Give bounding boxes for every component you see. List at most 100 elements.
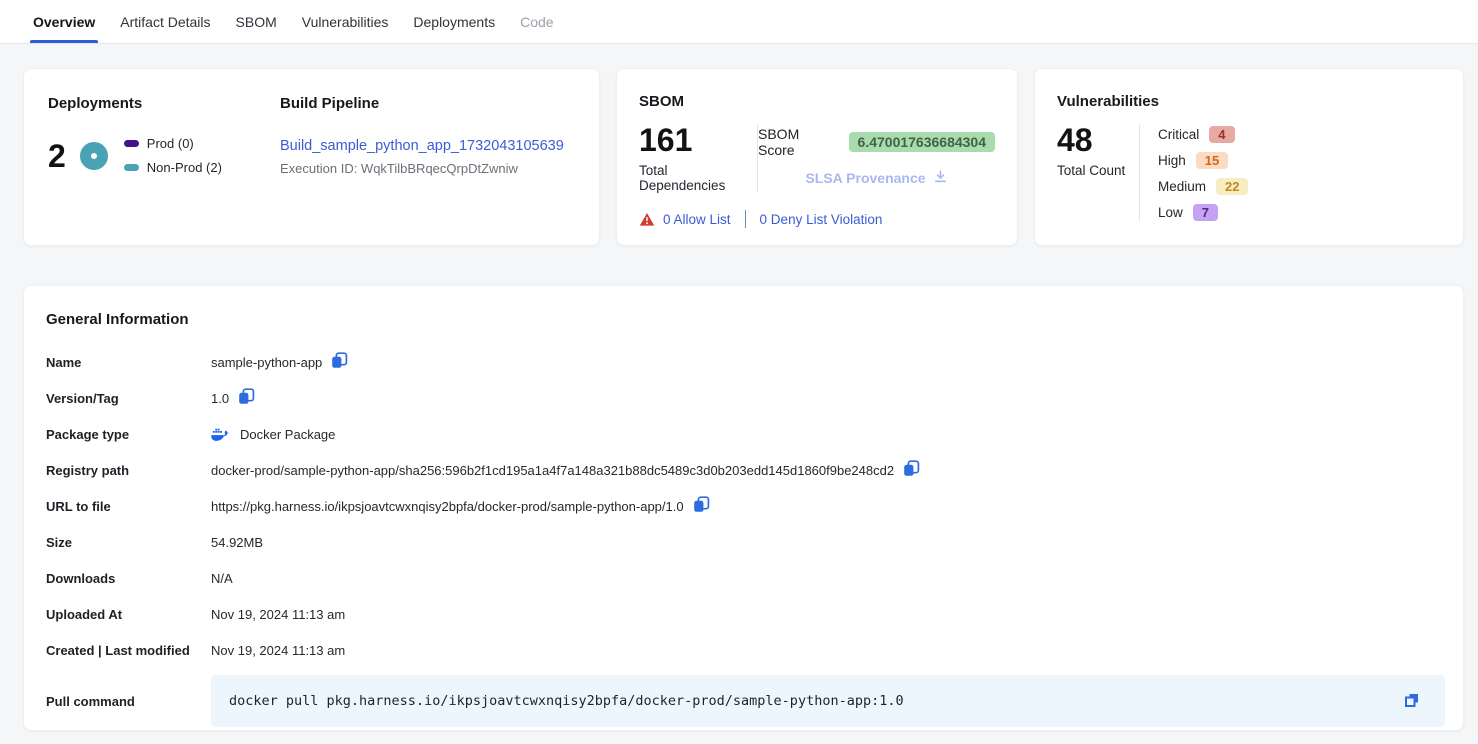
deployments-title: Deployments (48, 95, 280, 112)
copy-icon (1403, 691, 1421, 712)
sbom-card: SBOM 161 Total Dependencies SBOM Score 6… (616, 68, 1018, 246)
url-to-file-label: URL to file (46, 499, 211, 514)
name-label: Name (46, 355, 211, 370)
info-row-uploaded-at: Uploaded At Nov 19, 2024 11:13 am (46, 596, 1445, 632)
sbom-total-label: Total Dependencies (639, 163, 757, 193)
severity-row-medium: Medium 22 (1158, 177, 1248, 195)
deployments-total: 2 (48, 140, 66, 172)
copy-icon (331, 352, 348, 372)
slsa-provenance-link[interactable]: SLSA Provenance (805, 169, 947, 187)
downloads-label: Downloads (46, 571, 211, 586)
build-pipeline-section: Build Pipeline Build_sample_python_app_1… (280, 95, 575, 219)
copy-pull-command-button[interactable] (1403, 691, 1421, 712)
links-divider (745, 210, 746, 228)
info-row-name: Name sample-python-app (46, 344, 1445, 380)
docker-whale-icon (211, 427, 231, 442)
sbom-total-block: 161 Total Dependencies (639, 124, 757, 193)
tab-artifact-details[interactable]: Artifact Details (119, 0, 211, 43)
info-row-registry-path: Registry path docker-prod/sample-python-… (46, 452, 1445, 488)
pull-command-box: docker pull pkg.harness.io/ikpsjoavtcwxn… (211, 675, 1445, 727)
registry-path-value: docker-prod/sample-python-app/sha256:596… (211, 463, 894, 478)
copy-icon (238, 388, 255, 408)
severity-label-medium: Medium (1158, 179, 1206, 194)
copy-name-button[interactable] (331, 352, 348, 372)
vulnerabilities-total-label: Total Count (1057, 163, 1139, 178)
package-type-label: Package type (46, 427, 211, 442)
copy-url-button[interactable] (693, 496, 710, 516)
url-to-file-value: https://pkg.harness.io/ikpsjoavtcwxnqisy… (211, 499, 684, 514)
build-pipeline-link[interactable]: Build_sample_python_app_1732043105639 (280, 138, 575, 154)
download-icon (933, 169, 948, 187)
severity-count-critical: 4 (1209, 126, 1234, 143)
deployments-section: Deployments 2 Prod (0) Non-Prod (2) (48, 95, 280, 219)
severity-count-medium: 22 (1216, 178, 1248, 195)
sbom-score-block: SBOM Score 6.470017636684304 SLSA Proven… (758, 124, 995, 187)
allow-list-link[interactable]: 0 Allow List (663, 212, 731, 227)
severity-row-low: Low 7 (1158, 203, 1248, 221)
legend-item-nonprod: Non-Prod (2) (124, 160, 222, 175)
tab-code[interactable]: Code (519, 0, 554, 43)
created-modified-value: Nov 19, 2024 11:13 am (211, 643, 345, 658)
pull-command-value: docker pull pkg.harness.io/ikpsjoavtcwxn… (229, 693, 904, 709)
deployments-card: Deployments 2 Prod (0) Non-Prod (2) (23, 68, 600, 246)
severity-row-high: High 15 (1158, 151, 1248, 169)
sbom-score-label: SBOM Score (758, 126, 840, 158)
sbom-score-badge: 6.470017636684304 (849, 132, 995, 152)
severity-count-high: 15 (1196, 152, 1228, 169)
deployments-legend: Prod (0) Non-Prod (2) (124, 136, 222, 175)
nonprod-legend-swatch (124, 164, 139, 171)
general-information-rows: Name sample-python-app Version/Tag 1.0 (46, 344, 1445, 727)
deny-list-violation-link[interactable]: 0 Deny List Violation (760, 212, 883, 227)
info-row-package-type: Package type Docker Package (46, 416, 1445, 452)
version-value: 1.0 (211, 391, 229, 406)
severity-label-low: Low (1158, 205, 1183, 220)
general-information-title: General Information (46, 311, 1445, 328)
size-value: 54.92MB (211, 535, 263, 550)
vulnerabilities-title: Vulnerabilities (1057, 93, 1441, 110)
created-modified-label: Created | Last modified (46, 643, 211, 658)
severity-row-critical: Critical 4 (1158, 125, 1248, 143)
prod-legend-swatch (124, 140, 139, 147)
info-row-pull-command: Pull command docker pull pkg.harness.io/… (46, 675, 1445, 727)
tab-deployments[interactable]: Deployments (412, 0, 496, 43)
uploaded-at-label: Uploaded At (46, 607, 211, 622)
size-label: Size (46, 535, 211, 550)
warning-triangle-icon (639, 212, 655, 227)
sbom-total-dependencies: 161 (639, 124, 757, 156)
vulnerabilities-divider (1139, 124, 1140, 221)
deployments-donut-chart (80, 142, 108, 170)
tab-bar: Overview Artifact Details SBOM Vulnerabi… (0, 0, 1478, 44)
execution-id-text: Execution ID: WqkTilbBRqecQrpDtZwniw (280, 161, 575, 176)
slsa-provenance-label: SLSA Provenance (805, 170, 925, 186)
page-content: Deployments 2 Prod (0) Non-Prod (2) (0, 44, 1478, 731)
copy-icon (903, 460, 920, 480)
pull-command-label: Pull command (46, 694, 211, 709)
copy-icon (693, 496, 710, 516)
severity-count-low: 7 (1193, 204, 1218, 221)
severity-label-critical: Critical (1158, 127, 1199, 142)
version-label: Version/Tag (46, 391, 211, 406)
copy-version-button[interactable] (238, 388, 255, 408)
package-type-value: Docker Package (240, 427, 335, 442)
tab-overview[interactable]: Overview (32, 0, 96, 43)
info-row-size: Size 54.92MB (46, 524, 1445, 560)
uploaded-at-value: Nov 19, 2024 11:13 am (211, 607, 345, 622)
info-row-url: URL to file https://pkg.harness.io/ikpsj… (46, 488, 1445, 524)
registry-path-label: Registry path (46, 463, 211, 478)
vulnerabilities-card: Vulnerabilities 48 Total Count Critical … (1034, 68, 1464, 246)
sbom-title: SBOM (639, 93, 995, 110)
downloads-value: N/A (211, 571, 233, 586)
nonprod-legend-label: Non-Prod (2) (147, 160, 222, 175)
copy-registry-path-button[interactable] (903, 460, 920, 480)
tab-sbom[interactable]: SBOM (235, 0, 278, 43)
general-information-card: General Information Name sample-python-a… (23, 285, 1464, 731)
name-value: sample-python-app (211, 355, 322, 370)
info-row-version: Version/Tag 1.0 (46, 380, 1445, 416)
vulnerabilities-total-count: 48 (1057, 124, 1139, 156)
sbom-policy-links: 0 Allow List 0 Deny List Violation (639, 210, 995, 228)
info-row-downloads: Downloads N/A (46, 560, 1445, 596)
severity-label-high: High (1158, 153, 1186, 168)
vulnerabilities-total-block: 48 Total Count (1057, 124, 1139, 221)
tab-vulnerabilities[interactable]: Vulnerabilities (301, 0, 390, 43)
summary-cards-row: Deployments 2 Prod (0) Non-Prod (2) (23, 68, 1464, 246)
